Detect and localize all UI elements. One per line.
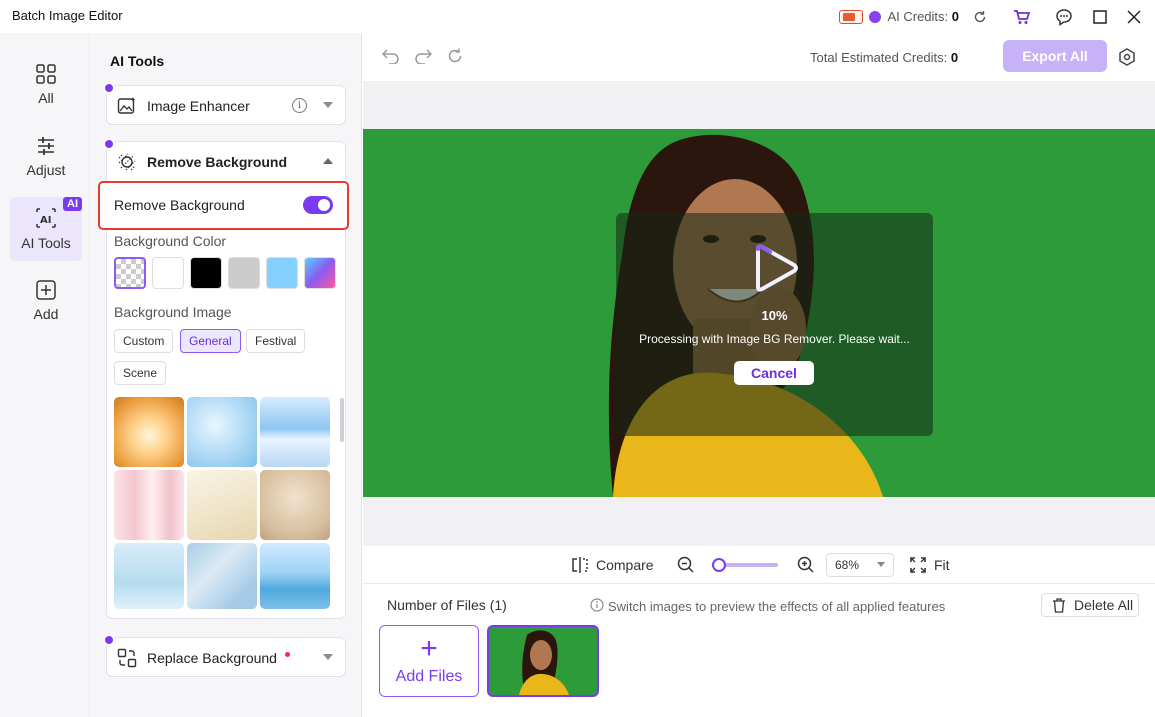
bg-thumbnail[interactable] <box>187 470 257 540</box>
chat-icon[interactable] <box>1049 2 1079 32</box>
trash-icon <box>1053 597 1065 613</box>
bg-thumbnail[interactable] <box>187 397 257 467</box>
color-swatch-blue[interactable] <box>266 257 298 289</box>
ai-badge: AI <box>63 197 82 211</box>
info-icon[interactable]: i <box>292 98 307 113</box>
rail-item-label: AI Tools <box>21 235 71 251</box>
panel-scrollbar[interactable] <box>340 398 344 442</box>
processing-message: Processing with Image BG Remover. Please… <box>639 332 910 346</box>
rail-item-adjust[interactable]: Adjust <box>10 125 82 189</box>
color-swatch-transparent[interactable] <box>114 257 146 289</box>
progress-percent: 10% <box>761 308 788 323</box>
sliders-icon <box>38 137 54 155</box>
category-chip-festival[interactable]: Festival <box>246 329 306 353</box>
background-color-label: Background Color <box>114 233 227 249</box>
bg-thumbnail[interactable] <box>260 397 330 467</box>
rail-item-add[interactable]: Add <box>10 269 82 333</box>
svg-text:AI: AI <box>40 215 51 226</box>
processing-overlay: 10% Processing with Image BG Remover. Pl… <box>616 213 933 436</box>
zoom-value: 68% <box>835 558 860 572</box>
plus-icon: + <box>420 632 438 665</box>
cart-icon[interactable] <box>1007 2 1037 32</box>
delete-all-label: Delete All <box>1074 597 1134 613</box>
rail-item-label: All <box>38 90 54 106</box>
chevron-down-icon[interactable] <box>323 102 333 108</box>
maximize-icon[interactable] <box>1085 2 1115 32</box>
remove-background-toggle-label: Remove Background <box>114 197 245 213</box>
color-swatch-black[interactable] <box>190 257 222 289</box>
category-chip-custom[interactable]: Custom <box>114 329 174 353</box>
rail-item-label: Add <box>33 306 59 322</box>
image-enhance-icon <box>117 97 136 114</box>
cancel-button[interactable]: Cancel <box>734 361 814 385</box>
color-swatch-gray[interactable] <box>228 257 260 289</box>
compare-button[interactable]: Compare <box>596 557 654 573</box>
replace-background-label: Replace Background <box>147 650 277 666</box>
zoom-in-icon[interactable] <box>797 556 814 576</box>
bg-thumbnail[interactable] <box>260 470 330 540</box>
total-credits-value: 0 <box>950 50 959 65</box>
title-bar: Batch Image Editor AI Credits: 0 <box>0 0 1155 33</box>
ai-credits-label: AI Credits: 0 <box>887 9 959 24</box>
remove-background-toggle[interactable] <box>303 196 333 214</box>
bg-thumbnail[interactable] <box>114 543 184 609</box>
delete-all-button[interactable]: Delete All <box>1041 593 1139 617</box>
ai-tools-icon: AI <box>36 208 56 228</box>
left-rail: All Adjust AI AI AI Tools Add <box>0 33 90 717</box>
ai-logo-icon <box>869 10 882 23</box>
color-swatch-custom[interactable] <box>304 257 336 289</box>
replace-bg-icon <box>117 648 137 668</box>
chevron-up-icon[interactable] <box>323 158 333 164</box>
rail-item-all[interactable]: All <box>10 53 82 117</box>
undo-icon[interactable] <box>381 48 400 67</box>
credits-battery-icon[interactable] <box>839 9 864 24</box>
redo-icon[interactable] <box>414 48 433 67</box>
rail-item-label: Adjust <box>26 162 66 178</box>
rail-item-ai-tools[interactable]: AI AI AI Tools <box>10 197 82 261</box>
bg-thumbnail[interactable] <box>114 397 184 467</box>
zoom-slider-handle[interactable] <box>712 558 726 572</box>
window-title: Batch Image Editor <box>12 8 123 23</box>
remove-background-toggle-row: Remove Background <box>98 181 349 230</box>
add-files-label: Add Files <box>395 668 463 685</box>
total-estimated-credits: Total Estimated Credits: 0 <box>810 50 959 65</box>
replace-background-card[interactable]: Replace Background <box>103 634 346 677</box>
files-hint: Switch images to preview the effects of … <box>608 599 946 614</box>
close-icon[interactable] <box>1119 2 1149 32</box>
remove-background-title: Remove Background <box>147 154 288 170</box>
fit-icon[interactable] <box>910 557 926 576</box>
reset-icon[interactable] <box>447 48 463 67</box>
chevron-down-icon <box>877 562 885 567</box>
ai-tools-panel: AI Tools Image Enhancer i Remove Backgro… <box>90 33 362 717</box>
fit-button[interactable]: Fit <box>934 557 950 573</box>
category-chip-scene[interactable]: Scene <box>114 361 167 385</box>
number-of-files: Number of Files (1) <box>387 597 507 613</box>
bg-thumbnail[interactable] <box>187 543 257 609</box>
remove-background-header[interactable]: Remove Background <box>107 142 345 182</box>
panel-title: AI Tools <box>110 53 165 69</box>
remove-bg-icon <box>118 153 136 171</box>
image-enhancer-card[interactable]: Image Enhancer i <box>103 82 346 125</box>
info-circle-icon <box>590 598 604 615</box>
category-chip-general[interactable]: General <box>180 329 241 353</box>
zoom-out-icon[interactable] <box>677 556 694 576</box>
grid-icon <box>36 64 56 84</box>
ai-credits-value: 0 <box>951 9 959 24</box>
settings-icon[interactable] <box>1118 48 1136 69</box>
new-indicator-dot <box>284 651 290 657</box>
export-all-button[interactable]: Export All <box>1003 40 1107 72</box>
bg-thumbnail[interactable] <box>260 543 330 609</box>
chevron-down-icon[interactable] <box>323 654 333 660</box>
zoom-select[interactable]: 68% <box>826 553 894 577</box>
refresh-icon[interactable] <box>965 2 995 32</box>
image-enhancer-label: Image Enhancer <box>147 98 250 114</box>
background-image-label: Background Image <box>114 304 232 320</box>
add-files-button[interactable]: + Add Files <box>379 625 479 697</box>
play-logo-icon <box>756 244 798 292</box>
file-thumbnail[interactable] <box>487 625 599 697</box>
color-swatch-white[interactable] <box>152 257 184 289</box>
plus-square-icon <box>36 280 56 300</box>
compare-icon[interactable] <box>571 556 589 577</box>
bg-thumbnail[interactable] <box>114 470 184 540</box>
